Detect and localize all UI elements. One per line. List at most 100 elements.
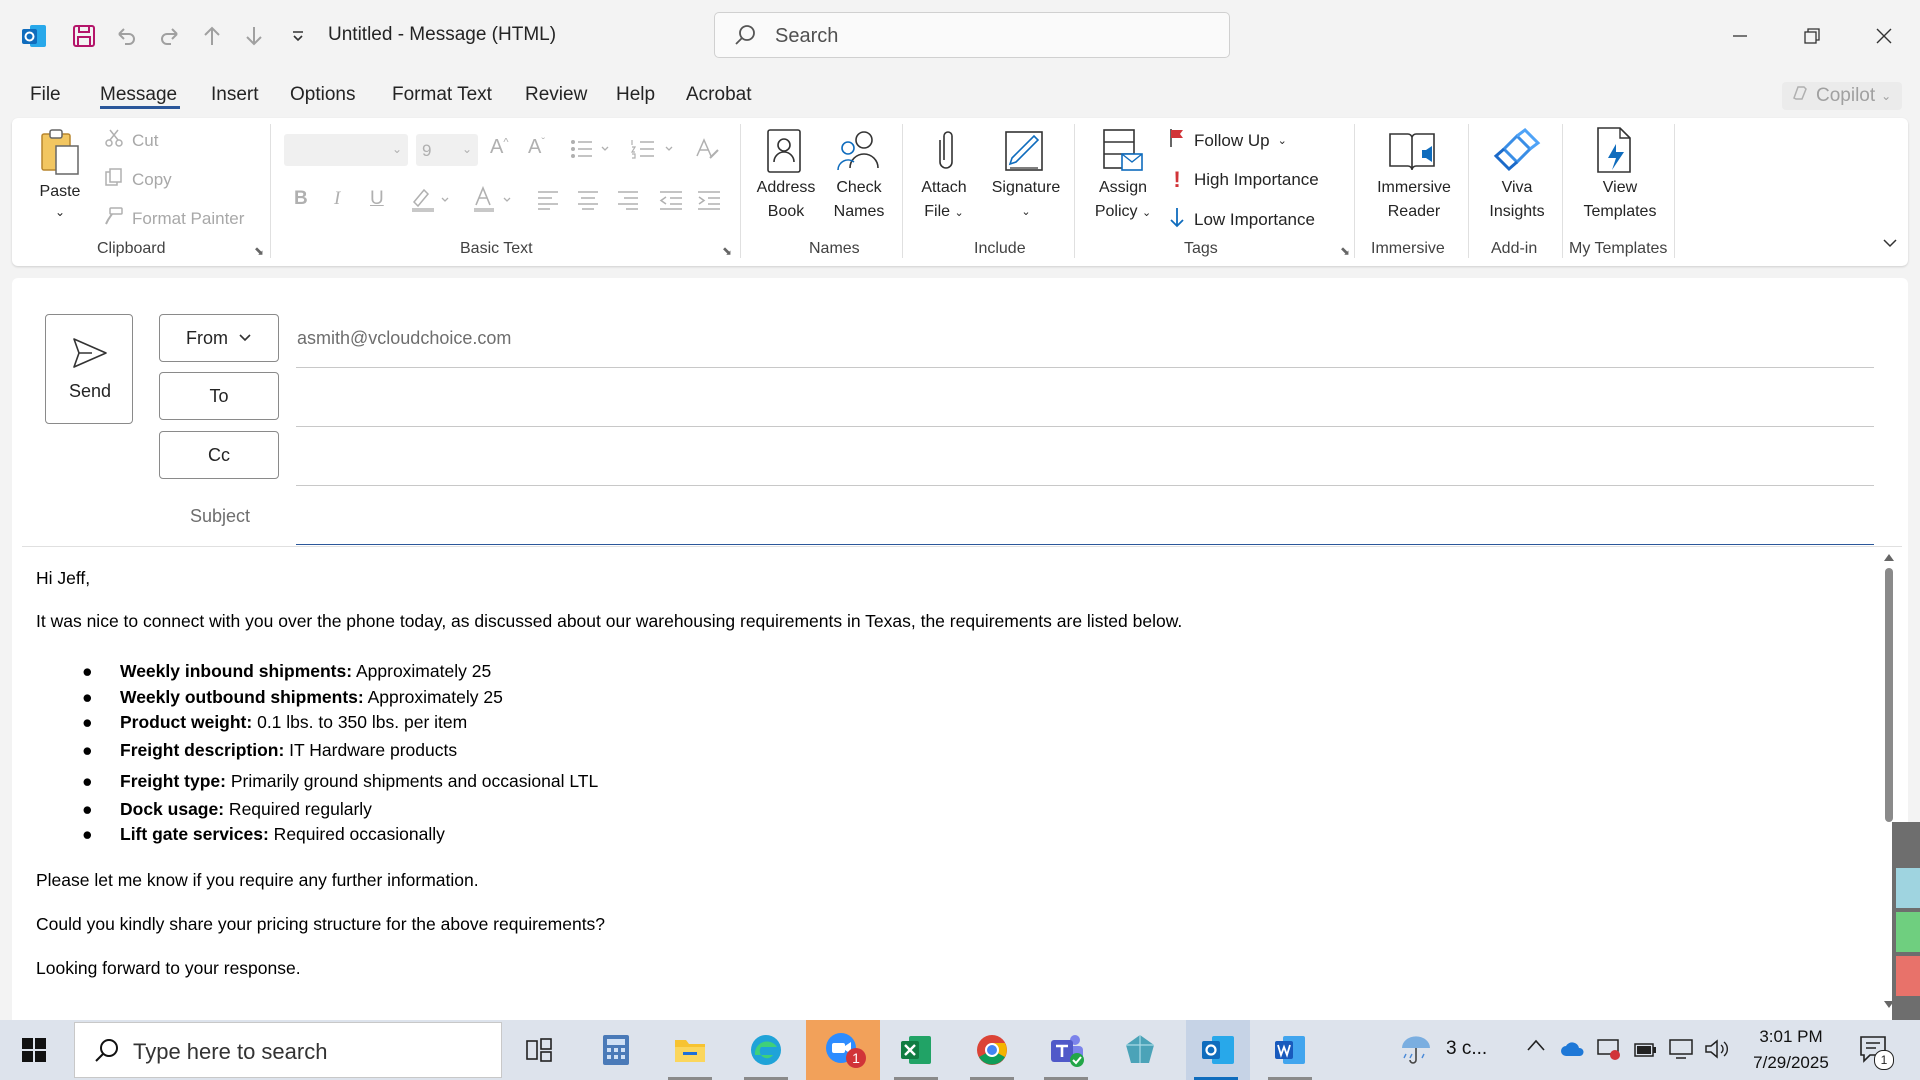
zoom-app[interactable]: 1: [806, 1020, 880, 1080]
cut-button[interactable]: Cut: [104, 128, 158, 153]
onedrive-icon[interactable]: [1560, 1040, 1586, 1063]
align-right-icon[interactable]: [616, 190, 640, 215]
volume-icon[interactable]: [1704, 1038, 1730, 1065]
close-button[interactable]: [1854, 14, 1914, 58]
basic-text-launcher-icon[interactable]: ⬊: [722, 244, 732, 258]
list-item-value: Approximately 25: [363, 687, 503, 707]
task-view-button[interactable]: [510, 1020, 570, 1080]
clipboard-launcher-icon[interactable]: ⬊: [254, 244, 264, 258]
side-panel-tab[interactable]: [1896, 912, 1920, 952]
arrow-up-icon[interactable]: [194, 18, 230, 54]
shrink-font-icon[interactable]: Aˇ: [528, 136, 545, 159]
scrollbar-thumb[interactable]: [1885, 568, 1893, 822]
chevron-down-icon: ⌄: [1021, 206, 1031, 218]
decrease-indent-icon[interactable]: [658, 190, 684, 215]
font-color-icon[interactable]: [472, 185, 516, 219]
tags-launcher-icon[interactable]: ⬊: [1340, 244, 1350, 258]
clock[interactable]: 3:01 PM 7/29/2025: [1736, 1024, 1846, 1076]
to-button[interactable]: To: [159, 372, 279, 420]
numbering-icon[interactable]: [630, 138, 674, 165]
weather-text[interactable]: 3 c...: [1446, 1038, 1487, 1060]
ribbon-separator: [1562, 124, 1563, 258]
attach-file-button[interactable]: Attach File ⌄: [916, 176, 972, 225]
word-app[interactable]: [1260, 1020, 1320, 1080]
customize-toolbar-icon[interactable]: [280, 18, 316, 54]
network-alert-icon[interactable]: [1596, 1036, 1622, 1067]
tab-acrobat[interactable]: Acrobat: [686, 84, 751, 106]
italic-icon[interactable]: I: [334, 188, 340, 210]
excel-app[interactable]: [886, 1020, 946, 1080]
font-size-select[interactable]: 9 ⌄: [416, 134, 478, 166]
grow-font-icon[interactable]: A^: [490, 136, 509, 159]
font-name-select[interactable]: ⌄: [284, 134, 408, 166]
list-item-label: Lift gate services:: [120, 824, 269, 844]
restore-button[interactable]: [1782, 14, 1842, 58]
from-button[interactable]: From: [159, 314, 279, 362]
send-button[interactable]: Send: [45, 314, 133, 424]
save-icon[interactable]: [66, 18, 102, 54]
paste-chevron-icon[interactable]: ⌄: [34, 200, 86, 224]
title-bar: Untitled - Message (HTML) Search: [0, 0, 1920, 72]
tab-options[interactable]: Options: [290, 84, 355, 106]
follow-up-button[interactable]: Follow Up ⌄: [1168, 128, 1287, 153]
bold-icon[interactable]: B: [294, 188, 308, 210]
clock-date: 7/29/2025: [1753, 1053, 1829, 1072]
tab-help[interactable]: Help: [616, 84, 655, 106]
chrome-app[interactable]: [962, 1020, 1022, 1080]
battery-icon[interactable]: [1632, 1038, 1658, 1065]
side-panel-tab[interactable]: [1896, 956, 1920, 996]
view-templates-button[interactable]: View Templates: [1574, 176, 1666, 224]
weather-icon[interactable]: [1398, 1034, 1434, 1071]
list-item-label: Freight description:: [120, 740, 285, 760]
scroll-up-icon[interactable]: [1883, 552, 1895, 562]
viva-insights-button[interactable]: Viva Insights: [1482, 176, 1552, 224]
check-names-button[interactable]: Check Names: [828, 176, 890, 224]
subject-field[interactable]: [296, 492, 1874, 542]
high-importance-button[interactable]: ! High Importance: [1168, 167, 1318, 193]
undo-icon[interactable]: [108, 18, 144, 54]
arrow-down-icon[interactable]: [236, 18, 272, 54]
body-paragraph: Looking forward to your response.: [36, 958, 301, 978]
low-importance-button[interactable]: Low Importance: [1168, 206, 1315, 233]
teal-app[interactable]: [1110, 1020, 1170, 1080]
taskbar-search-input[interactable]: Type here to search: [74, 1022, 502, 1078]
underline-icon[interactable]: U: [370, 188, 384, 210]
file-explorer-app[interactable]: [660, 1020, 720, 1080]
view-templates-label-2: Templates: [1583, 203, 1657, 220]
bullets-icon[interactable]: [570, 138, 610, 165]
copilot-button[interactable]: Copilot ⌄: [1782, 82, 1902, 110]
tab-review[interactable]: Review: [525, 84, 587, 106]
send-icon: [73, 338, 107, 368]
format-painter-button[interactable]: Format Painter: [104, 206, 244, 231]
clear-formatting-icon[interactable]: [694, 136, 720, 167]
search-input[interactable]: Search: [714, 12, 1230, 58]
start-button[interactable]: [4, 1020, 64, 1080]
signature-button[interactable]: Signature ⌄: [984, 176, 1068, 224]
align-center-icon[interactable]: [576, 190, 600, 215]
teams-app[interactable]: [1036, 1020, 1096, 1080]
cc-field[interactable]: [296, 433, 1874, 481]
display-icon[interactable]: [1668, 1038, 1696, 1065]
align-left-icon[interactable]: [536, 190, 560, 215]
highlight-icon[interactable]: [410, 186, 454, 219]
immersive-reader-button[interactable]: Immersive Reader: [1366, 176, 1462, 224]
minimize-button[interactable]: [1710, 14, 1770, 58]
assign-policy-button[interactable]: Assign Policy ⌄: [1088, 176, 1158, 225]
outlook-app[interactable]: [1186, 1020, 1250, 1080]
side-panel-tab[interactable]: [1896, 868, 1920, 908]
notifications-button[interactable]: 1: [1858, 1034, 1894, 1070]
collapse-ribbon-icon[interactable]: [1882, 236, 1898, 254]
copy-button[interactable]: Copy: [104, 167, 172, 192]
redo-icon[interactable]: [152, 18, 188, 54]
calculator-app[interactable]: [586, 1020, 646, 1080]
tab-file[interactable]: File: [30, 84, 61, 106]
edge-app[interactable]: [736, 1020, 796, 1080]
address-book-button[interactable]: Address Book: [752, 176, 820, 224]
chevron-up-icon[interactable]: [1526, 1038, 1546, 1057]
tab-message[interactable]: Message: [100, 84, 177, 106]
tab-format-text[interactable]: Format Text: [392, 84, 492, 106]
cc-button[interactable]: Cc: [159, 431, 279, 479]
to-field[interactable]: [296, 374, 1874, 422]
tab-insert[interactable]: Insert: [211, 84, 259, 106]
increase-indent-icon[interactable]: [696, 190, 722, 215]
